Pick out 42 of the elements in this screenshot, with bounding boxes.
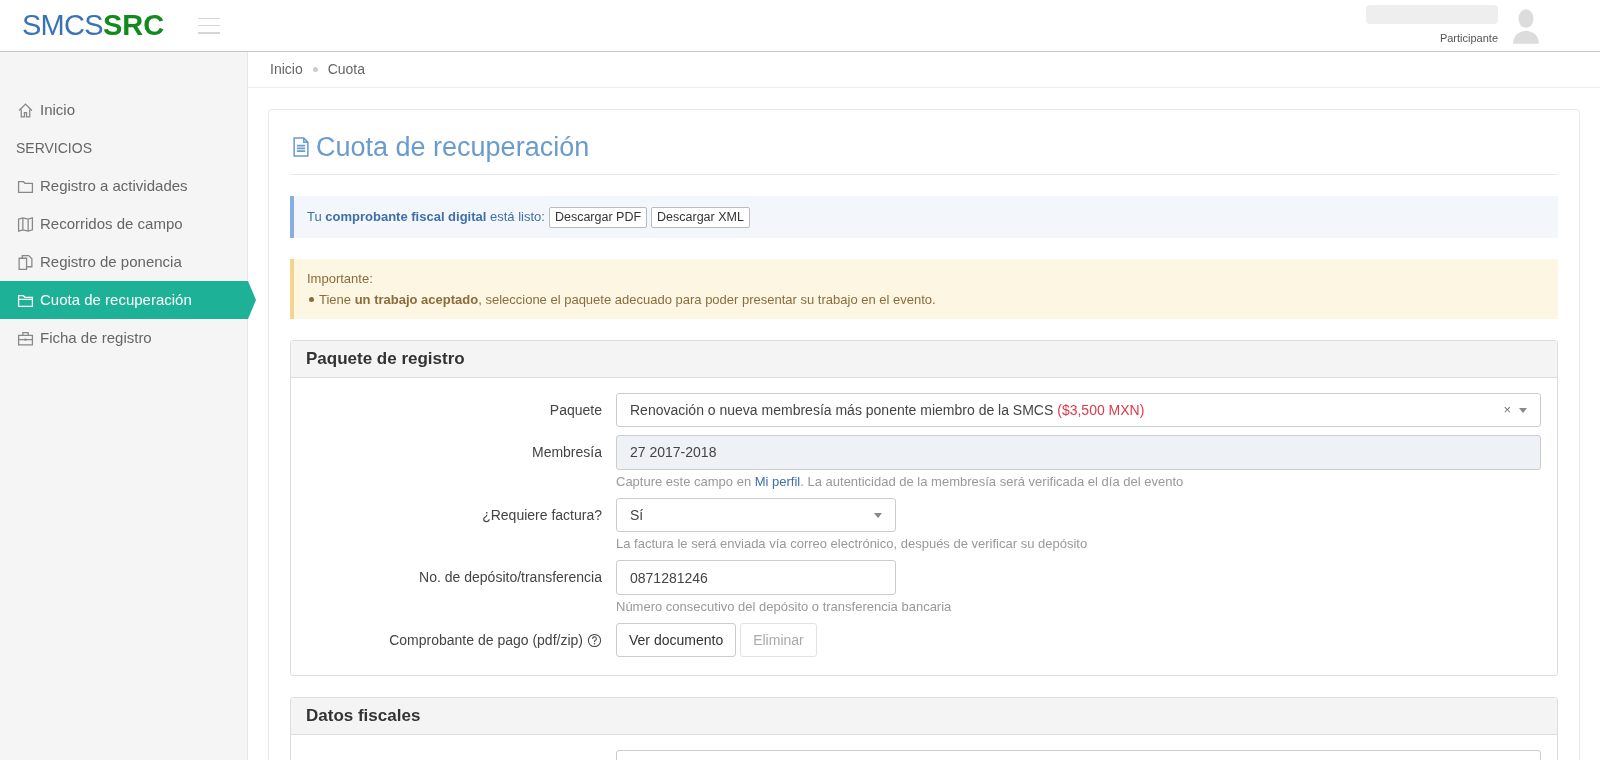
warning-text: Tiene un trabajo aceptado, seleccione el paquete adecuado para poder presentar su trabajo en el evento. bbox=[319, 291, 936, 309]
help-icon bbox=[587, 632, 602, 648]
documents-icon bbox=[17, 253, 34, 271]
field-label: No. de depósito/transferencia bbox=[419, 567, 602, 587]
document-icon bbox=[290, 136, 312, 158]
caret-icon bbox=[874, 512, 882, 518]
sidebar-item[interactable]: Registro a actividades bbox=[0, 167, 247, 205]
avatar-silhouette[interactable] bbox=[1512, 7, 1540, 44]
field-label: ¿Requiere factura? bbox=[482, 505, 602, 525]
field-label: Paquete bbox=[549, 400, 602, 420]
file-button[interactable]: Ver documento bbox=[616, 623, 737, 657]
info-text: Tu comprobante fiscal digital está listo: bbox=[307, 208, 545, 227]
sidebar-item[interactable]: Recorridos de campo bbox=[0, 205, 247, 243]
user-role: Participante bbox=[1439, 30, 1498, 46]
download-button[interactable]: Descargar PDF bbox=[548, 206, 648, 228]
sidebar-item[interactable]: Registro de ponencia bbox=[0, 243, 247, 281]
input-field[interactable]: 0871281246 bbox=[616, 560, 896, 595]
logo: SMCSSRC bbox=[22, 11, 165, 40]
map-icon bbox=[17, 215, 34, 233]
caret-icon bbox=[1519, 407, 1527, 413]
breadcrumb-link[interactable]: Cuota bbox=[327, 59, 366, 80]
briefcase-icon bbox=[17, 329, 34, 347]
sidebar-item[interactable]: Ficha de registro bbox=[0, 319, 247, 357]
download-button[interactable]: Descargar XML bbox=[651, 206, 750, 228]
field-label: Comprobante de pago (pdf/zip) bbox=[389, 630, 583, 650]
invoice-select[interactable]: Sí bbox=[616, 498, 896, 532]
breadcrumb-link[interactable]: Inicio bbox=[270, 59, 303, 80]
panel-title: Paquete de registro bbox=[291, 341, 1557, 378]
menu-icon[interactable] bbox=[198, 17, 221, 34]
readonly-field: 27 2017-2018 bbox=[616, 435, 1541, 470]
sidebar-item[interactable]: Inicio bbox=[0, 91, 247, 129]
warning-title: Importante: bbox=[307, 270, 374, 288]
clear-icon[interactable]: × bbox=[1503, 400, 1511, 420]
page-title: Cuota de recuperación bbox=[316, 131, 590, 164]
help-text: Capture este campo en Mi perfil. La autenticidad de la membresía será verificada el día del evento bbox=[616, 473, 1185, 490]
section-heading: SERVICIOS bbox=[15, 138, 93, 158]
field-label: Membresía bbox=[531, 442, 602, 462]
panel-title: Datos fiscales bbox=[291, 698, 1557, 735]
help-text: Número consecutivo del depósito o transferencia bancaria bbox=[616, 598, 953, 615]
house-icon bbox=[17, 101, 34, 119]
package-select[interactable]: Renovación o nueva membresía más ponente miembro de la SMCS ($3,500 MXN) × bbox=[616, 393, 1541, 427]
help-text: La factura le será enviada vía correo electrónico, después de verificar su depósito bbox=[616, 535, 1089, 552]
